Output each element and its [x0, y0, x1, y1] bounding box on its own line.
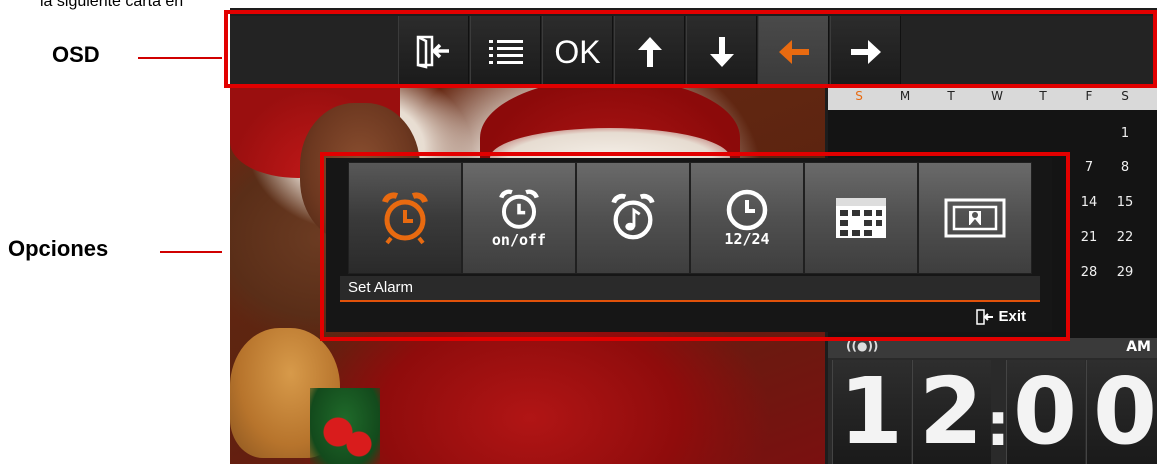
osd-down-button[interactable] — [686, 16, 757, 88]
calendar-day: 15 — [1116, 195, 1134, 210]
alarm-sound-button[interactable] — [576, 162, 690, 274]
callout-options-label: Opciones — [8, 236, 109, 261]
list-icon — [488, 40, 523, 64]
weekday-sun: S — [855, 89, 863, 103]
callout-options-line — [160, 251, 222, 253]
clock-status-strip: ((●)) AM — [828, 338, 1157, 358]
osd-ok-button[interactable]: OK — [542, 16, 613, 88]
photo-view-button[interactable] — [918, 162, 1032, 274]
alarm-on-off-button[interactable]: on/off — [462, 162, 576, 274]
weekday-fri: F — [1085, 89, 1093, 103]
calendar-day: 8 — [1120, 160, 1130, 175]
12-24-label: 12/24 — [724, 230, 770, 248]
weekday-thu: T — [1039, 89, 1047, 103]
calendar-day: 22 — [1116, 230, 1134, 245]
clock-hour-ones: 2 — [918, 358, 983, 464]
clock-minute-ones: 0 — [1092, 358, 1157, 464]
on-off-label: on/off — [491, 231, 547, 249]
calendar-weekday-header: S M T W T F S — [828, 88, 1157, 110]
clock-icon — [726, 189, 768, 231]
weekday-tue: T — [947, 89, 955, 103]
arrow-right-icon — [850, 40, 881, 64]
clock-minute-tens: 0 — [1012, 358, 1077, 464]
alarm-clock-icon — [499, 189, 539, 229]
holly-decoration — [310, 388, 380, 464]
selected-option-label: Set Alarm — [348, 279, 414, 296]
arrow-left-icon — [778, 40, 809, 64]
osd-menu-button[interactable] — [470, 16, 541, 88]
options-panel: on/off 12/24 Set Alarm Exit — [326, 158, 1052, 332]
calendar-day: 28 — [1080, 265, 1098, 280]
ok-label: OK — [554, 33, 601, 70]
weekday-sat: S — [1121, 89, 1129, 103]
alarm-indicator: ((●)) — [846, 339, 879, 353]
calendar-grid-icon — [836, 198, 886, 238]
weekday-mon: M — [899, 89, 911, 103]
alarm-clock-icon — [382, 192, 428, 245]
callout-osd-label: OSD — [52, 42, 100, 67]
osd-toolbar: OK — [230, 16, 1157, 88]
exit-button[interactable]: Exit — [976, 308, 1026, 325]
weekday-wed: W — [991, 89, 1003, 103]
exit-label: Exit — [998, 308, 1026, 325]
page-caption: la siguiente carta en — [40, 0, 184, 10]
device-screen: S M T W T F S 1 7 8 14 15 21 22 28 29 ((… — [230, 8, 1157, 464]
calendar-day: 7 — [1084, 160, 1094, 175]
calendar-day: 14 — [1080, 195, 1098, 210]
photo-frame-icon — [944, 198, 1006, 238]
osd-left-button[interactable] — [758, 16, 829, 88]
calendar-day: 1 — [1120, 126, 1130, 141]
alarm-music-icon — [611, 193, 655, 240]
osd-exit-button[interactable] — [398, 16, 469, 88]
arrow-up-icon — [637, 37, 662, 67]
flip-clock: ((●)) AM 1 2 : 0 0 — [828, 338, 1157, 464]
osd-up-button[interactable] — [614, 16, 685, 88]
time-format-button[interactable]: 12/24 — [690, 162, 804, 274]
exit-door-icon — [976, 308, 994, 325]
am-pm-indicator: AM — [1126, 339, 1151, 355]
callout-osd-line — [138, 57, 222, 59]
calendar-view-button[interactable] — [804, 162, 918, 274]
arrow-down-icon — [709, 37, 734, 67]
option-label-bar: Set Alarm — [340, 276, 1040, 302]
calendar-day: 21 — [1080, 230, 1098, 245]
osd-right-button[interactable] — [830, 16, 901, 88]
clock-hour-tens: 1 — [838, 358, 903, 464]
exit-door-icon — [416, 35, 449, 69]
set-alarm-button[interactable] — [348, 162, 462, 274]
calendar-day: 29 — [1116, 265, 1134, 280]
